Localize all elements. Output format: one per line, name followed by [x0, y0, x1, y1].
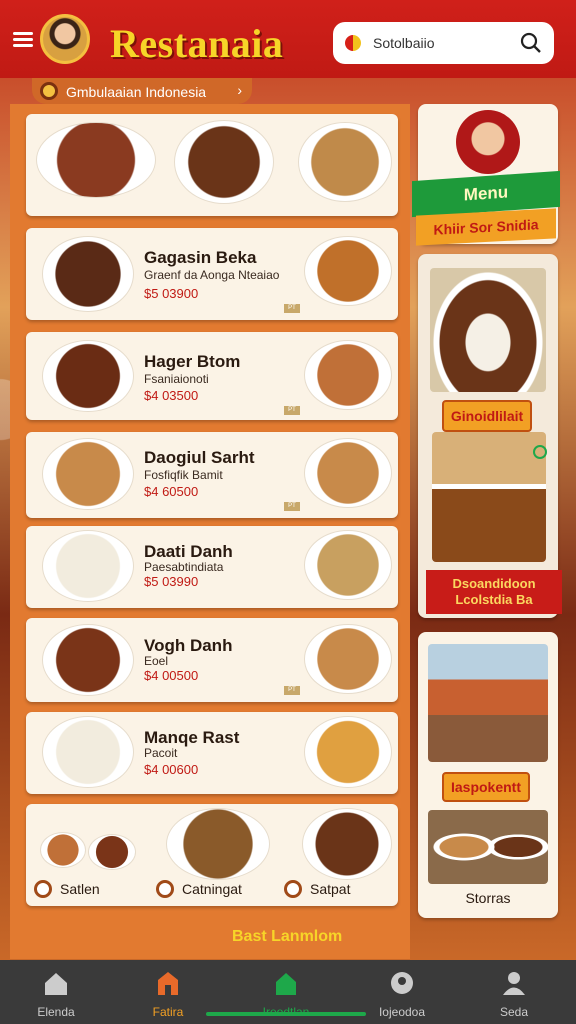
pin-icon: [284, 880, 302, 898]
menu-panel: Gagasin Beka Graenf da Aonga Nteaiao $5 …: [10, 104, 410, 959]
menu-item-card[interactable]: Manqe Rast Pacoit $4 00600: [26, 712, 398, 794]
nav-store[interactable]: Fatira: [120, 960, 216, 1024]
dishes-photo: [428, 810, 548, 884]
category-chip[interactable]: Catningat: [156, 880, 242, 898]
dish-image: [40, 832, 86, 868]
see-all-link[interactable]: Bast Lanmlom: [232, 928, 342, 946]
home-icon: [45, 973, 67, 995]
nav-account[interactable]: Iojeodoa: [354, 960, 450, 1024]
dish-price: $4 03500: [144, 388, 199, 403]
side-dish-image: [304, 340, 392, 410]
store-icon: [158, 972, 178, 995]
dish-title: Daogiul Sarht: [144, 448, 255, 467]
nav-label: Elenda: [37, 1005, 75, 1019]
dish-image: [302, 808, 392, 880]
dish-image: [42, 438, 134, 510]
gallery-caption: Storras: [465, 890, 511, 906]
menu-item-card[interactable]: Daati Danh Paesabtindiata $5 03990: [26, 526, 398, 608]
nav-home[interactable]: Elenda: [8, 960, 104, 1024]
menu-item-card[interactable]: Gagasin Beka Graenf da Aonga Nteaiao $5 …: [26, 228, 398, 320]
dish-image: [174, 120, 274, 204]
chef-photo: [432, 432, 546, 562]
dish-description: Fosfiqfik Bamit: [144, 468, 223, 482]
dish-tag: PT: [284, 686, 300, 695]
dish-tag: PT: [284, 406, 300, 415]
dish-tag: PT: [284, 502, 300, 511]
hamburger-icon[interactable]: [13, 32, 33, 48]
side-dish-image: [304, 438, 392, 508]
dish-description: Graenf da Aonga Nteaiao: [144, 268, 280, 282]
chip-label: Satlen: [60, 881, 100, 897]
host-avatar: [456, 110, 520, 174]
dish-description: Paesabtindiata: [144, 560, 224, 574]
dish-price: $5 03990: [144, 574, 199, 589]
refresh-icon[interactable]: [532, 444, 548, 460]
dish-title: Gagasin Beka: [144, 248, 257, 267]
nav-label: Fatira: [152, 1005, 184, 1019]
dish-price: $4 60500: [144, 484, 199, 499]
person-icon: [503, 972, 525, 995]
chevron-right-icon: ›: [237, 82, 242, 98]
dish-image: [42, 624, 134, 696]
dish-image: [42, 236, 134, 312]
nav-label: Iojeodoa: [378, 1005, 426, 1019]
side-dish-image: [304, 624, 392, 694]
dish-price: $4 00600: [144, 762, 199, 777]
dish-tag: PT: [284, 304, 300, 313]
chip-label: Satpat: [310, 881, 351, 897]
diners-photo: [428, 644, 548, 762]
search-bar[interactable]: Sotolbaiio: [333, 22, 554, 64]
label-badge: Ginoidlilait: [442, 400, 532, 432]
dish-photo: [430, 268, 546, 392]
dish-image: [42, 340, 134, 412]
brand-title: Restanaia: [110, 21, 284, 66]
dish-image: [166, 808, 270, 880]
hero-dishes-card[interactable]: [26, 114, 398, 216]
dish-image: [298, 122, 392, 202]
app-header: Restanaia Sotolbaiio: [0, 0, 576, 78]
dish-image: [36, 122, 156, 198]
category-chip[interactable]: Satlen: [34, 880, 100, 898]
label-badge: Iaspokentt: [442, 772, 530, 802]
dish-title: Manqe Rast: [144, 728, 240, 747]
shop-icon: [276, 973, 296, 995]
nav-profile[interactable]: Seda: [466, 960, 562, 1024]
dish-image: [42, 716, 134, 788]
dish-description: Eoel: [144, 654, 169, 668]
nav-label: Seda: [499, 1005, 529, 1019]
search-input[interactable]: Sotolbaiio: [373, 35, 435, 51]
dish-title: Hager Btom: [144, 352, 241, 371]
promo-banner[interactable]: Dsoandidoon Lcolstdia Ba: [426, 570, 562, 614]
breadcrumb[interactable]: Gmbulaaian Indonesia ›: [32, 78, 252, 104]
breadcrumb-label: Gmbulaaian Indonesia: [66, 84, 207, 100]
category-chip[interactable]: Satpat: [284, 880, 350, 898]
menu-item-card[interactable]: Daogiul Sarht Fosfiqfik Bamit $4 60500 P…: [26, 432, 398, 518]
flag-icon: [40, 82, 58, 100]
circle-icon: [156, 880, 174, 898]
menu-item-card[interactable]: Hager Btom Fsaniaionoti $4 03500 PT: [26, 332, 398, 420]
dish-title: Vogh Danh: [144, 636, 233, 655]
feature-card[interactable]: [418, 254, 558, 618]
dish-image: [88, 834, 136, 870]
side-dish-image: [304, 530, 392, 600]
dish-description: Pacoit: [144, 746, 178, 760]
dish-title: Daati Danh: [144, 542, 233, 561]
account-icon: [391, 972, 413, 994]
circle-icon: [34, 880, 52, 898]
side-dish-image: [304, 236, 392, 306]
dish-price: $5 03900: [144, 286, 199, 301]
chef-avatar[interactable]: [40, 14, 90, 64]
chip-label: Catningat: [182, 881, 242, 897]
location-icon: [345, 35, 361, 51]
dish-description: Fsaniaionoti: [144, 372, 209, 386]
magnifier-icon[interactable]: [520, 32, 542, 54]
active-tab-indicator: [206, 1012, 366, 1016]
side-dish-image: [304, 716, 392, 788]
menu-item-card[interactable]: Vogh Danh Eoel $4 00500 PT: [26, 618, 398, 702]
dish-price: $4 00500: [144, 668, 199, 683]
dish-image: [42, 530, 134, 602]
